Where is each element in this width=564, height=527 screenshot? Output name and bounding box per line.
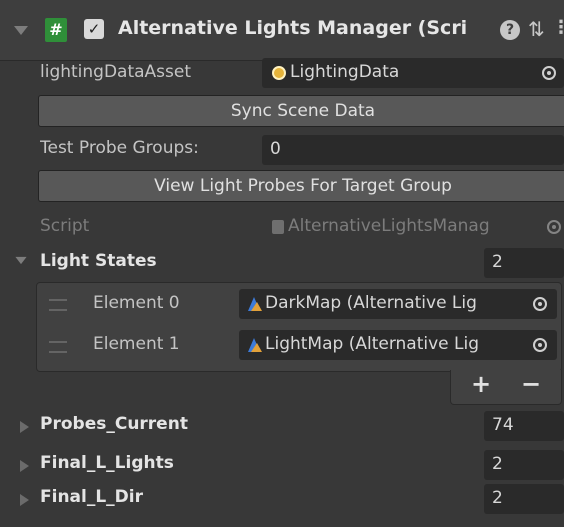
foldout-triangle-icon[interactable] — [20, 460, 29, 472]
final-l-lights-field[interactable]: 2 — [484, 450, 564, 480]
light-states-list: Element 0 DarkMap (Alternative Lig Eleme… — [36, 282, 562, 372]
list-add-remove-footer: + − — [450, 370, 562, 405]
script-value: AlternativeLightsManag — [288, 216, 490, 236]
final-l-dir-label[interactable]: Final_L_Dir — [40, 487, 143, 507]
probes-current-label[interactable]: Probes_Current — [40, 414, 188, 434]
element-0-picker-icon[interactable] — [533, 297, 547, 311]
light-states-foldout-icon[interactable] — [15, 256, 27, 265]
foldout-triangle-icon[interactable] — [20, 421, 29, 433]
add-element-button[interactable]: + — [471, 370, 491, 398]
remove-element-button[interactable]: − — [521, 370, 541, 398]
final-l-dir-value: 2 — [492, 488, 503, 508]
final-l-lights-value: 2 — [492, 454, 503, 474]
element-0-field[interactable]: DarkMap (Alternative Lig — [239, 289, 557, 319]
scriptable-object-icon — [248, 297, 262, 311]
light-states-label[interactable]: Light States — [40, 251, 157, 271]
element-1-field[interactable]: LightMap (Alternative Lig — [239, 330, 557, 360]
component-header[interactable]: # ✓ Alternative Lights Manager (Scri ? ⇅… — [0, 0, 564, 61]
lighting-data-asset-field[interactable]: LightingData — [262, 58, 564, 88]
view-light-probes-button[interactable]: View Light Probes For Target Group — [38, 170, 564, 202]
element-1-value: LightMap (Alternative Lig — [265, 334, 479, 354]
foldout-triangle-icon[interactable] — [20, 494, 29, 506]
component-title: Alternative Lights Manager (Scri — [118, 17, 468, 39]
help-icon[interactable]: ? — [500, 20, 520, 40]
object-picker-icon[interactable] — [542, 66, 556, 80]
test-probe-groups-field[interactable]: 0 — [262, 135, 564, 165]
element-0-value: DarkMap (Alternative Lig — [265, 293, 477, 313]
element-0-label: Element 0 — [93, 293, 180, 313]
final-l-lights-label[interactable]: Final_L_Lights — [40, 453, 174, 473]
script-icon: # — [45, 18, 67, 42]
enabled-checkbox[interactable]: ✓ — [84, 19, 104, 39]
sync-scene-data-button[interactable]: Sync Scene Data — [38, 95, 564, 127]
test-probe-groups-label: Test Probe Groups: — [40, 138, 199, 158]
probes-current-value: 74 — [492, 415, 514, 435]
lighting-data-icon — [272, 66, 286, 80]
lighting-data-asset-value: LightingData — [290, 62, 400, 82]
probes-current-field[interactable]: 74 — [484, 411, 564, 441]
menu-icon[interactable]: ⋮ — [552, 17, 564, 38]
drag-handle-icon[interactable] — [49, 299, 67, 311]
script-field: AlternativeLightsManag — [262, 212, 564, 242]
element-1-label: Element 1 — [93, 334, 180, 354]
script-label: Script — [40, 216, 90, 236]
lighting-data-asset-label: lightingDataAsset — [40, 62, 192, 82]
element-1-picker-icon[interactable] — [533, 338, 547, 352]
scriptable-object-icon — [248, 338, 262, 352]
test-probe-groups-value: 0 — [270, 139, 281, 159]
collapse-triangle-icon[interactable] — [14, 26, 28, 35]
light-states-count: 2 — [492, 252, 503, 272]
drag-handle-icon[interactable] — [49, 341, 67, 353]
light-states-count-field[interactable]: 2 — [484, 248, 564, 278]
preset-icon[interactable]: ⇅ — [528, 17, 545, 41]
script-asset-icon — [272, 220, 284, 234]
final-l-dir-field[interactable]: 2 — [484, 484, 564, 514]
script-picker-icon — [547, 220, 561, 234]
